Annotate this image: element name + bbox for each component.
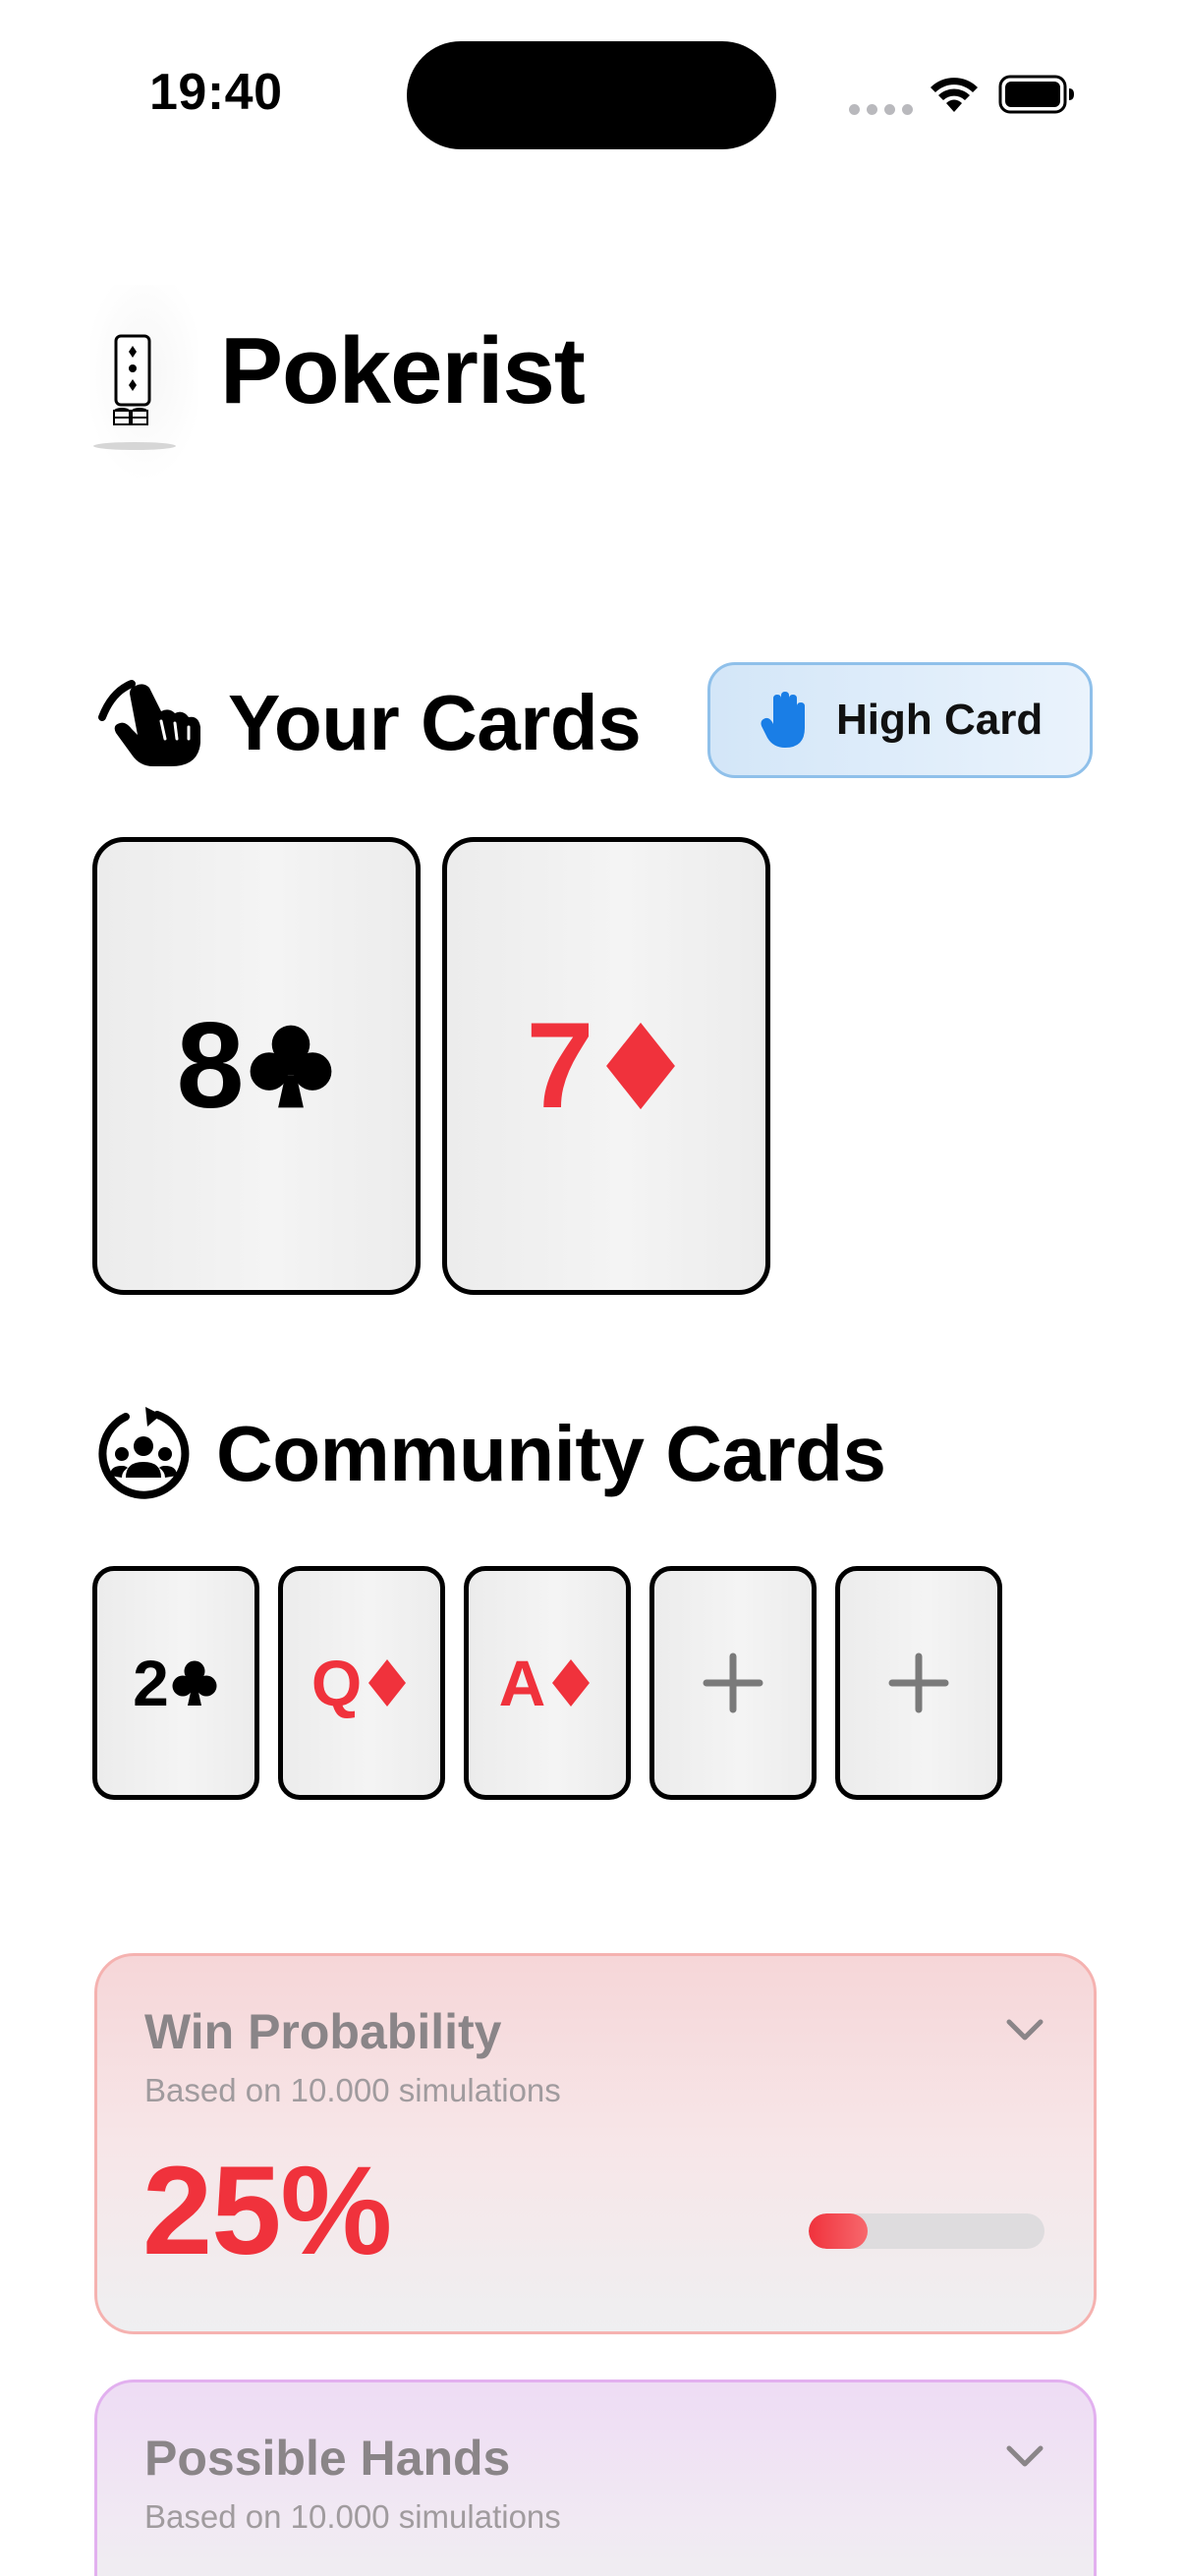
win-probability-bar (809, 2213, 1044, 2249)
dynamic-island (407, 41, 776, 149)
chevron-down-icon[interactable] (1005, 2017, 1044, 2043)
hand-rank-badge[interactable]: High Card (707, 662, 1093, 778)
card-and-chips-logo-icon (90, 285, 198, 481)
card-rank: Q (310, 1647, 363, 1719)
card-rank: 7 (526, 998, 594, 1134)
card-rank: 8 (176, 998, 245, 1134)
hand-pointing-icon (98, 680, 200, 766)
community-card-2[interactable]: Q (278, 1566, 445, 1800)
diamonds-icon (606, 1022, 676, 1110)
diamonds-icon (368, 1659, 407, 1707)
possible-hands-subtitle: Based on 10.000 simulations (144, 2498, 561, 2535)
status-time: 19:40 (149, 64, 283, 121)
app-title: Pokerist (220, 318, 586, 423)
community-cards-title: Community Cards (216, 1410, 886, 1497)
possible-hands-title: Possible Hands (144, 2431, 511, 2486)
win-probability-title: Win Probability (144, 2004, 502, 2059)
win-probability-value: 25% (142, 2141, 392, 2281)
diamonds-icon (552, 1659, 591, 1707)
cellular-signal-icon (849, 104, 913, 115)
your-cards-title: Your Cards (228, 679, 642, 766)
possible-hands-panel[interactable]: Possible Hands Based on 10.000 simulatio… (94, 2380, 1097, 2576)
community-cards-header: Community Cards (96, 1407, 886, 1501)
clubs-icon (251, 1025, 332, 1108)
plus-icon (703, 1652, 763, 1713)
plus-icon (888, 1652, 949, 1713)
group-cycle-icon (98, 1407, 190, 1499)
card-rank: 2 (133, 1647, 169, 1719)
app-screen: 19:40 Pokerist Your Cards High Card 8 7 … (0, 0, 1185, 2576)
clubs-icon (172, 1660, 217, 1706)
card-rank: A (498, 1647, 546, 1719)
your-cards-header: Your Cards (96, 678, 642, 768)
hand-rank-label: High Card (836, 696, 1044, 744)
win-probability-panel[interactable]: Win Probability Based on 10.000 simulati… (94, 1953, 1097, 2334)
wifi-icon (931, 78, 978, 112)
community-card-1[interactable]: 2 (92, 1566, 259, 1800)
player-card-1[interactable]: 8 (92, 837, 421, 1295)
add-community-card-4-button[interactable] (649, 1566, 817, 1800)
add-community-card-5-button[interactable] (835, 1566, 1002, 1800)
win-probability-bar-fill (809, 2213, 868, 2249)
raised-hand-icon (761, 692, 805, 748)
chevron-down-icon[interactable] (1005, 2443, 1044, 2469)
community-card-3[interactable]: A (464, 1566, 631, 1800)
player-card-2[interactable]: 7 (442, 837, 770, 1295)
win-probability-subtitle: Based on 10.000 simulations (144, 2072, 561, 2108)
battery-icon (998, 75, 1074, 114)
